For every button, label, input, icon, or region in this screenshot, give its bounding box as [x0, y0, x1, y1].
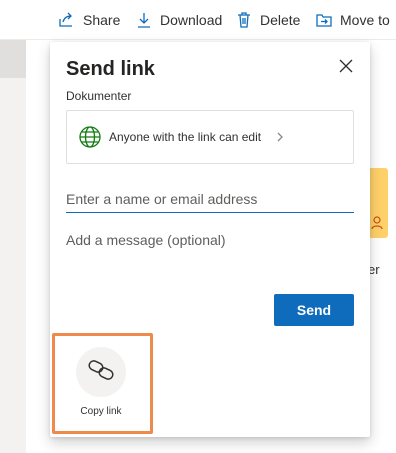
- left-nav-selected: [0, 40, 26, 78]
- download-label: Download: [160, 12, 223, 28]
- left-nav-strip: [0, 40, 26, 453]
- recipient-input[interactable]: [66, 186, 354, 213]
- dialog-title: Send link: [66, 58, 155, 80]
- move-command[interactable]: Move to: [315, 10, 390, 30]
- message-input[interactable]: [66, 232, 354, 272]
- link-settings-button[interactable]: Anyone with the link can edit: [66, 110, 354, 164]
- chevron-right-icon: [275, 131, 285, 143]
- download-icon: [135, 11, 153, 29]
- trash-icon: [235, 11, 253, 29]
- move-label: Move to: [340, 12, 390, 28]
- link-icon: [87, 359, 115, 385]
- move-icon: [315, 11, 333, 29]
- share-label: Share: [83, 12, 121, 28]
- copy-link-label: Copy link: [80, 406, 122, 417]
- share-icon: [58, 11, 76, 29]
- globe-icon: [79, 126, 101, 148]
- onedrive-page: Share Download Delete Move to er Send li…: [0, 0, 396, 453]
- command-bar: Share Download Delete Move to: [0, 0, 396, 40]
- share-command[interactable]: Share: [58, 10, 120, 30]
- close-button[interactable]: [334, 56, 358, 80]
- send-button[interactable]: Send: [274, 294, 354, 326]
- download-command[interactable]: Download: [135, 10, 222, 30]
- person-icon: [371, 216, 383, 230]
- copy-link-button[interactable]: Copy link: [56, 337, 148, 429]
- delete-command[interactable]: Delete: [235, 10, 300, 30]
- delete-label: Delete: [260, 12, 301, 28]
- link-permission-label: Anyone with the link can edit: [109, 130, 262, 144]
- dialog-subtitle: Dokumenter: [66, 89, 132, 103]
- copy-link-circle: [76, 347, 126, 397]
- close-icon: [339, 59, 353, 78]
